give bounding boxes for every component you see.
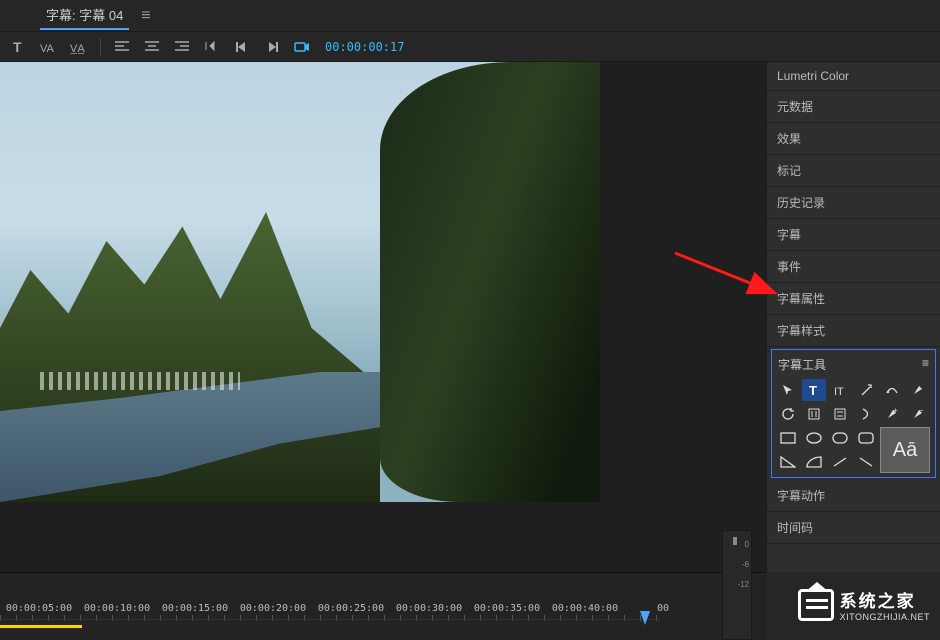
font-browser-button[interactable]: Aā [880,427,930,473]
rectangle-tool[interactable] [776,427,800,449]
audio-meter-track [733,537,737,633]
vertical-type-tool[interactable]: IT [828,379,852,401]
panel-title-styles[interactable]: 字幕样式 [767,315,940,347]
timecode-display[interactable]: 00:00:00:17 [325,40,404,54]
panel-timecode[interactable]: 时间码 [767,512,940,544]
svg-text:T: T [809,383,817,397]
ruler-tick: 00:00:30:00 [390,603,468,614]
audio-meter: 0 -6 -12 [722,530,752,640]
panel-history[interactable]: 历史记录 [767,187,940,219]
align-center-button[interactable] [141,36,163,58]
ruler-tick-marks [0,615,660,621]
area-type-tool[interactable] [854,379,878,401]
kerning-button[interactable]: VA [38,36,60,58]
align-left-button[interactable] [111,36,133,58]
show-video-button[interactable] [291,36,313,58]
ruler-tick: 00:00:40:00 [546,603,624,614]
ruler-tick: 00:00:15:00 [156,603,234,614]
ellipse-tool[interactable] [802,427,826,449]
title-tabbar: 字幕: 字幕 04 ≡ [0,0,940,32]
panel-events[interactable]: 事件 [767,251,940,283]
title-tools-panel: 字幕工具 ≡ T IT + − [771,349,936,478]
panel-label: 历史记录 [777,194,825,211]
panel-lumetri-color[interactable]: Lumetri Color [767,62,940,91]
svg-text:T: T [13,39,22,55]
watermark-logo-icon [798,589,834,621]
path-type-tool[interactable] [880,379,904,401]
panel-label: 字幕动作 [777,487,825,504]
zoom-indicator[interactable] [0,625,82,628]
wedge-tool[interactable] [776,451,800,473]
line-tool[interactable] [828,451,852,473]
main-area: Lumetri Color 元数据 效果 标记 历史记录 字幕 事件 字幕属性 … [0,62,940,572]
type-tool[interactable]: T [802,379,826,401]
audio-meter-labels: 0 -6 -12 [737,535,749,595]
watermark: 系统之家 XITONGZHIJIA.NET [798,587,930,622]
bold-button[interactable]: T [8,36,30,58]
vu-label: 0 [737,535,749,555]
panel-metadata[interactable]: 元数据 [767,91,940,123]
watermark-text-cn: 系统之家 [840,587,930,612]
panel-title[interactable]: 字幕 [767,219,940,251]
horizontal-area-type-tool[interactable] [828,403,852,425]
vertical-area-type-tool[interactable] [802,403,826,425]
ruler-tick: 00:00:20:00 [234,603,312,614]
svg-text:IT: IT [834,386,844,397]
video-preview[interactable] [0,62,766,572]
tools-panel-menu-icon[interactable]: ≡ [922,356,929,373]
panel-title-properties[interactable]: 字幕属性 [767,283,940,315]
pen-tool[interactable] [906,379,930,401]
title-tools-grid: T IT + − Aā [774,379,933,473]
ruler-tick: 00:00:35:00 [468,603,546,614]
ruler-tick: 00 [624,603,702,614]
panel-label: 字幕属性 [777,290,825,307]
watermark-text-en: XITONGZHIJIA.NET [840,612,930,622]
canvas-area [0,62,766,572]
ruler-tick: 00:00:10:00 [78,603,156,614]
tools-panel-title: 字幕工具 [778,356,826,373]
clipped-rectangle-tool[interactable] [854,427,878,449]
panel-title-actions[interactable]: 字幕动作 [767,480,940,512]
panel-label: 元数据 [777,98,813,115]
add-anchor-tool[interactable]: + [880,403,904,425]
panel-label: 效果 [777,130,801,147]
side-panel: Lumetri Color 元数据 效果 标记 历史记录 字幕 事件 字幕属性 … [766,62,940,572]
next-marker-button[interactable] [261,36,283,58]
panel-label: 字幕样式 [777,322,825,339]
panel-label: 标记 [777,162,801,179]
timeline-ruler[interactable]: 00:00:05:00 00:00:10:00 00:00:15:00 00:0… [0,572,766,640]
panel-label: 时间码 [777,519,813,536]
svg-text:VA: VA [40,43,55,54]
ruler-tick: 00:00:05:00 [0,603,78,614]
vertical-path-type-tool[interactable] [854,403,878,425]
panel-label: 事件 [777,258,801,275]
ruler-line [0,619,660,620]
vu-label: -12 [737,575,749,595]
tracking-button[interactable]: V̲A̲ [68,36,90,58]
rounded-rectangle-tool[interactable] [828,427,852,449]
svg-text:V̲A̲: V̲A̲ [70,43,85,54]
panel-effects[interactable]: 效果 [767,123,940,155]
title-toolbar: T VA V̲A̲ 00:00:00:17 [0,32,940,62]
vu-label: -6 [737,555,749,575]
tab-stops-button[interactable] [201,36,223,58]
tab-menu-icon[interactable]: ≡ [141,7,150,25]
panel-label: Lumetri Color [777,69,849,83]
active-title-tab[interactable]: 字幕: 字幕 04 [40,1,129,30]
ruler-labels: 00:00:05:00 00:00:10:00 00:00:15:00 00:0… [0,573,766,614]
video-frame-placeholder [0,62,600,502]
rotate-tool[interactable] [776,403,800,425]
prev-marker-button[interactable] [231,36,253,58]
toolbar-divider [100,38,101,56]
svg-text:−: − [919,407,924,415]
align-right-button[interactable] [171,36,193,58]
ruler-tick: 00:00:25:00 [312,603,390,614]
arc-tool[interactable] [802,451,826,473]
panel-markers[interactable]: 标记 [767,155,940,187]
panel-label: 字幕 [777,226,801,243]
line-tool-2[interactable] [854,451,878,473]
delete-anchor-tool[interactable]: − [906,403,930,425]
svg-text:+: + [893,407,898,415]
selection-tool[interactable] [776,379,800,401]
